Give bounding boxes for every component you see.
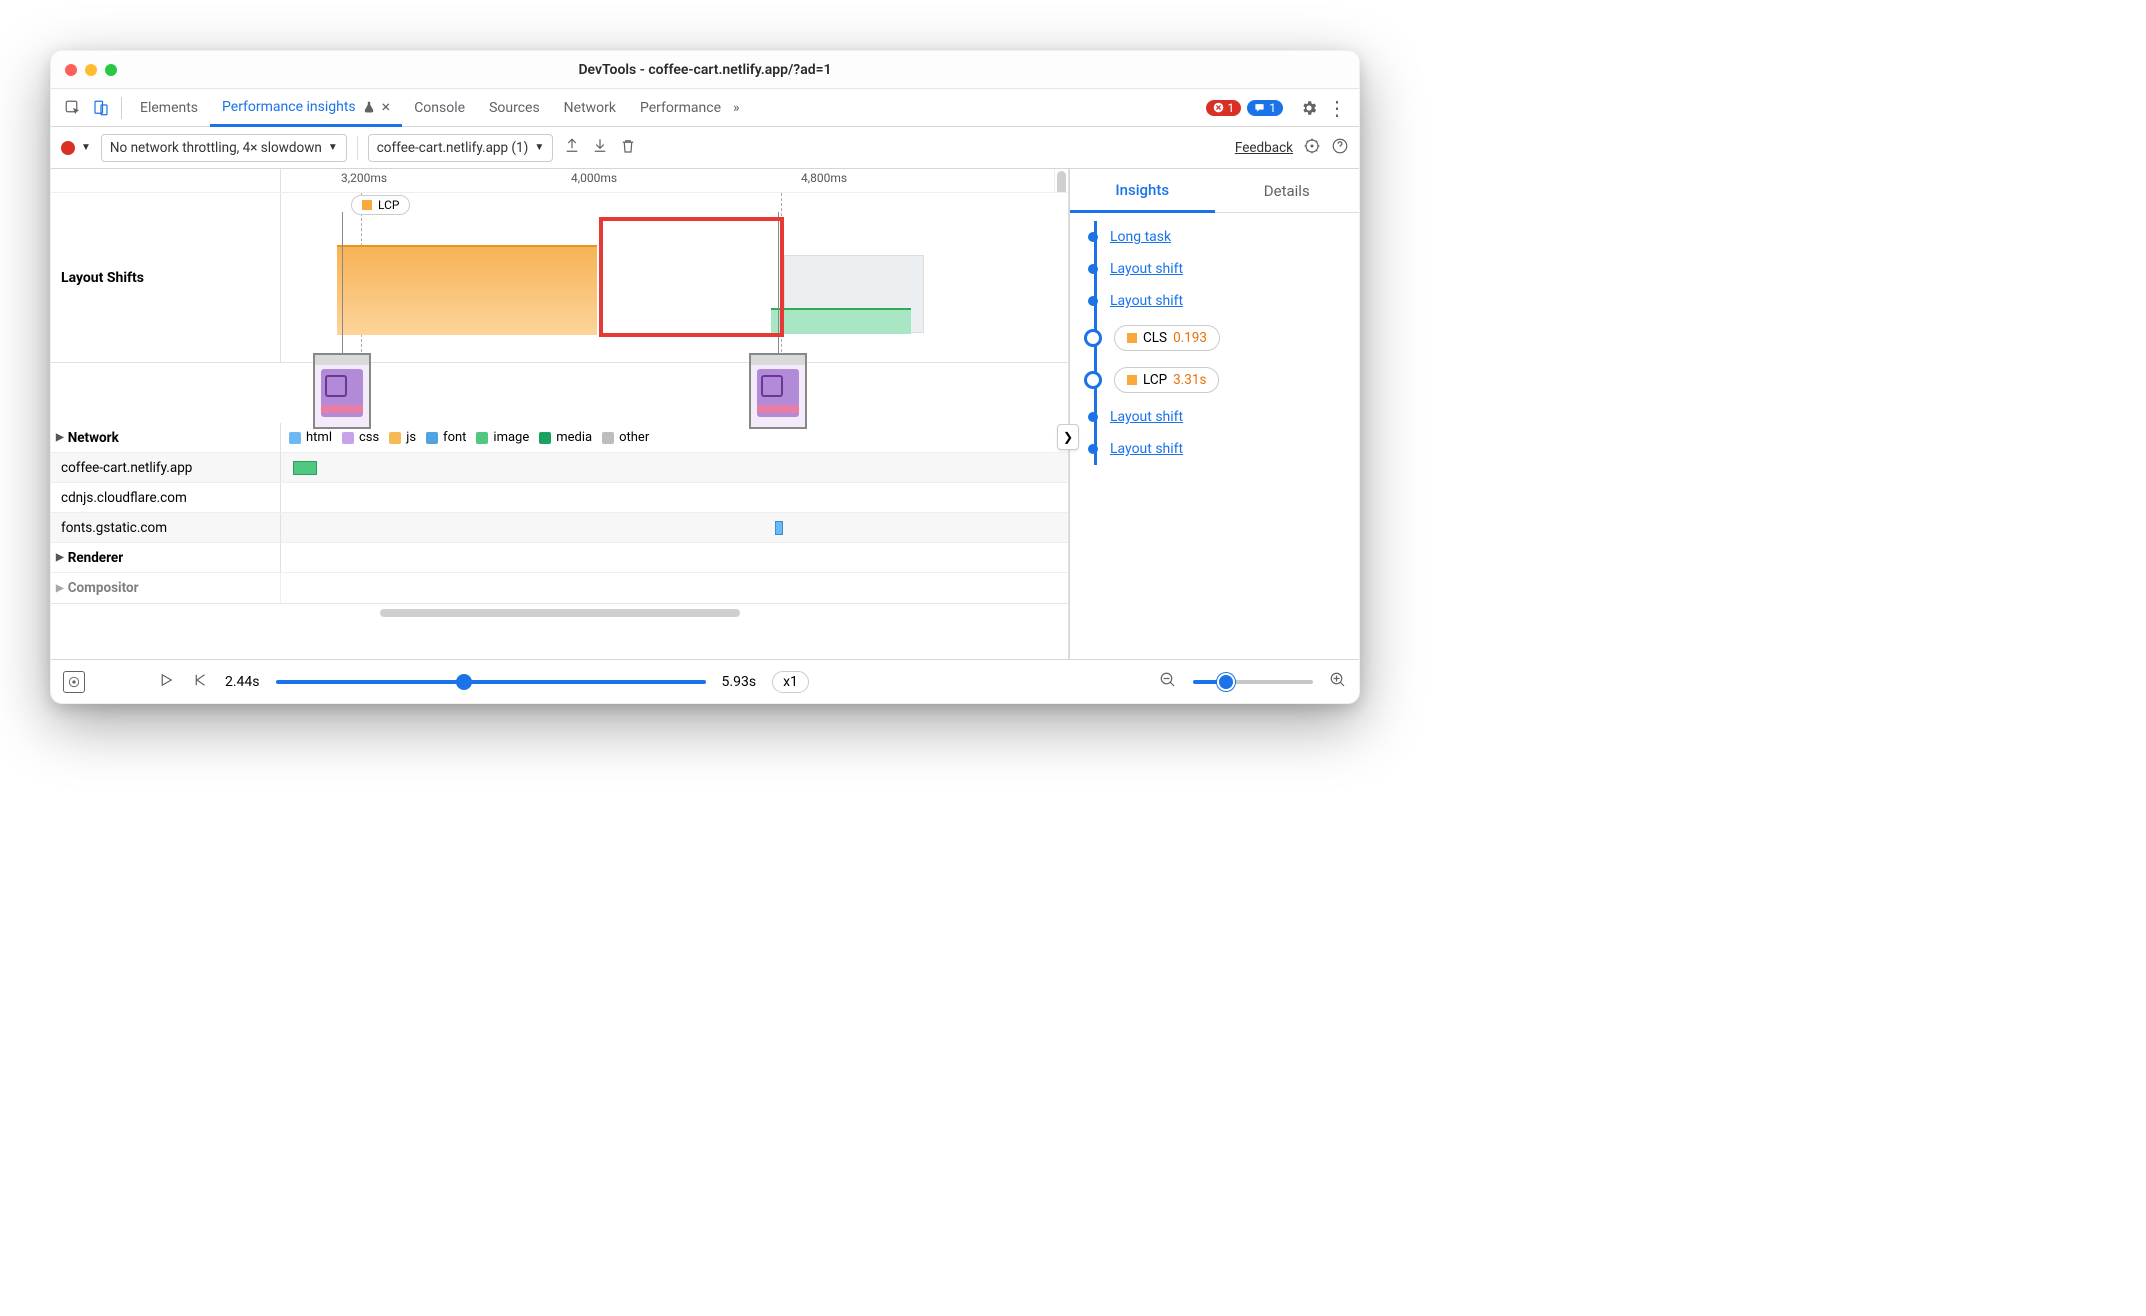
- record-icon: [61, 141, 75, 155]
- close-tab-icon[interactable]: ×: [382, 97, 391, 116]
- network-host-row[interactable]: cdnjs.cloudflare.com: [51, 483, 281, 512]
- network-host-row[interactable]: fonts.gstatic.com: [51, 513, 281, 542]
- devtools-tabbar: Elements Performance insights × Console …: [51, 89, 1359, 127]
- screenshot-thumbnail[interactable]: [749, 353, 807, 429]
- more-tabs-button[interactable]: »: [733, 100, 740, 116]
- timeline-chart[interactable]: [281, 193, 1068, 362]
- timeline-block-green[interactable]: [771, 308, 911, 334]
- throttling-dropdown[interactable]: No network throttling, 4× slowdown ▼: [101, 134, 347, 162]
- row-header-compositor[interactable]: ▶Compositor: [51, 573, 281, 603]
- insight-long-task[interactable]: Long task: [1110, 229, 1171, 245]
- lcp-marker-pill[interactable]: LCP: [351, 195, 410, 215]
- time-start: 2.44s: [225, 674, 260, 690]
- side-tab-insights[interactable]: Insights: [1070, 169, 1215, 213]
- message-count-badge[interactable]: 1: [1247, 100, 1283, 116]
- lcp-color-icon: [1127, 375, 1137, 385]
- network-request-block[interactable]: [775, 521, 783, 535]
- playback-footer: 2.44s 5.93s x1: [51, 659, 1359, 703]
- insight-layout-shift[interactable]: Layout shift: [1110, 261, 1183, 277]
- row-header-network[interactable]: ▶Network: [51, 423, 281, 452]
- window-title: DevTools - coffee-cart.netlify.app/?ad=1: [51, 62, 1359, 78]
- panel-settings-icon[interactable]: [1303, 137, 1321, 159]
- error-count-badge[interactable]: 1: [1206, 100, 1242, 116]
- ruler-tick: 4,800ms: [801, 171, 847, 185]
- tab-performance-insights-label: Performance insights: [222, 99, 356, 115]
- window-titlebar: DevTools - coffee-cart.netlify.app/?ad=1: [51, 51, 1359, 89]
- device-toggle-icon[interactable]: [87, 94, 115, 122]
- time-slider[interactable]: [276, 680, 706, 684]
- settings-icon[interactable]: [1295, 94, 1323, 122]
- recording-label: coffee-cart.netlify.app (1): [377, 140, 529, 156]
- ruler-tick: 3,200ms: [341, 171, 387, 185]
- row-label-layout-shifts: Layout Shifts: [51, 193, 281, 362]
- insight-layout-shift[interactable]: Layout shift: [1110, 441, 1183, 457]
- toggle-screenshot-icon[interactable]: [63, 671, 85, 693]
- row-header-renderer[interactable]: ▶Renderer: [51, 543, 281, 572]
- zoom-out-icon[interactable]: [1159, 671, 1177, 693]
- message-icon: [1254, 102, 1265, 113]
- insight-layout-shift[interactable]: Layout shift: [1110, 293, 1183, 309]
- maximize-window-button[interactable]: [105, 64, 117, 76]
- network-request-block[interactable]: [293, 461, 317, 475]
- tab-performance-insights[interactable]: Performance insights ×: [210, 90, 402, 127]
- time-ruler[interactable]: 3,200ms 4,000ms 4,800ms: [281, 169, 1068, 192]
- screenshot-thumbnail[interactable]: [313, 353, 371, 429]
- selection-highlight: [599, 217, 784, 337]
- inspect-element-icon[interactable]: [59, 94, 87, 122]
- tab-network[interactable]: Network: [552, 89, 628, 126]
- kebab-menu-icon[interactable]: ⋮: [1323, 94, 1351, 122]
- tab-elements[interactable]: Elements: [128, 89, 210, 126]
- network-host-row[interactable]: coffee-cart.netlify.app: [51, 453, 281, 482]
- ruler-tick: 4,000ms: [571, 171, 617, 185]
- side-tab-details[interactable]: Details: [1215, 169, 1360, 212]
- flask-icon: [362, 100, 376, 114]
- recording-dropdown[interactable]: coffee-cart.netlify.app (1) ▼: [368, 134, 554, 162]
- insight-layout-shift[interactable]: Layout shift: [1110, 409, 1183, 425]
- zoom-slider[interactable]: [1193, 680, 1313, 684]
- minimize-window-button[interactable]: [85, 64, 97, 76]
- cls-color-icon: [1127, 333, 1137, 343]
- insights-toolbar: ▼ No network throttling, 4× slowdown ▼ c…: [51, 127, 1359, 169]
- time-end: 5.93s: [722, 674, 757, 690]
- tab-sources[interactable]: Sources: [477, 89, 552, 126]
- playback-speed[interactable]: x1: [772, 671, 809, 693]
- import-icon[interactable]: [591, 137, 609, 159]
- play-button[interactable]: [157, 671, 175, 693]
- close-window-button[interactable]: [65, 64, 77, 76]
- cls-value: 0.193: [1173, 330, 1207, 346]
- throttling-label: No network throttling, 4× slowdown: [110, 140, 322, 156]
- insight-cls-pill[interactable]: CLS 0.193: [1114, 325, 1220, 351]
- help-icon[interactable]: [1331, 137, 1349, 159]
- record-button[interactable]: ▼: [61, 141, 91, 155]
- go-to-start-button[interactable]: [191, 671, 209, 693]
- timeline-block-lcp[interactable]: [337, 245, 597, 335]
- insight-lcp-pill[interactable]: LCP 3.31s: [1114, 367, 1219, 393]
- insights-side-panel: ❯ Insights Details Long task Layout shif…: [1069, 169, 1359, 659]
- export-icon[interactable]: [563, 137, 581, 159]
- error-icon: [1213, 102, 1224, 113]
- lcp-value: 3.31s: [1173, 372, 1206, 388]
- tab-performance[interactable]: Performance: [628, 89, 733, 126]
- zoom-in-icon[interactable]: [1329, 671, 1347, 693]
- collapse-panel-icon[interactable]: ❯: [1057, 424, 1079, 450]
- network-legend: html css js font image media other: [281, 423, 1068, 452]
- tab-console[interactable]: Console: [402, 89, 477, 126]
- feedback-link[interactable]: Feedback: [1235, 140, 1293, 156]
- horizontal-scrollbar[interactable]: [51, 603, 1068, 621]
- timeline-main: 3,200ms 4,000ms 4,800ms LCP Layout Shift…: [51, 169, 1069, 659]
- delete-icon[interactable]: [619, 137, 637, 159]
- lcp-color-icon: [362, 200, 372, 210]
